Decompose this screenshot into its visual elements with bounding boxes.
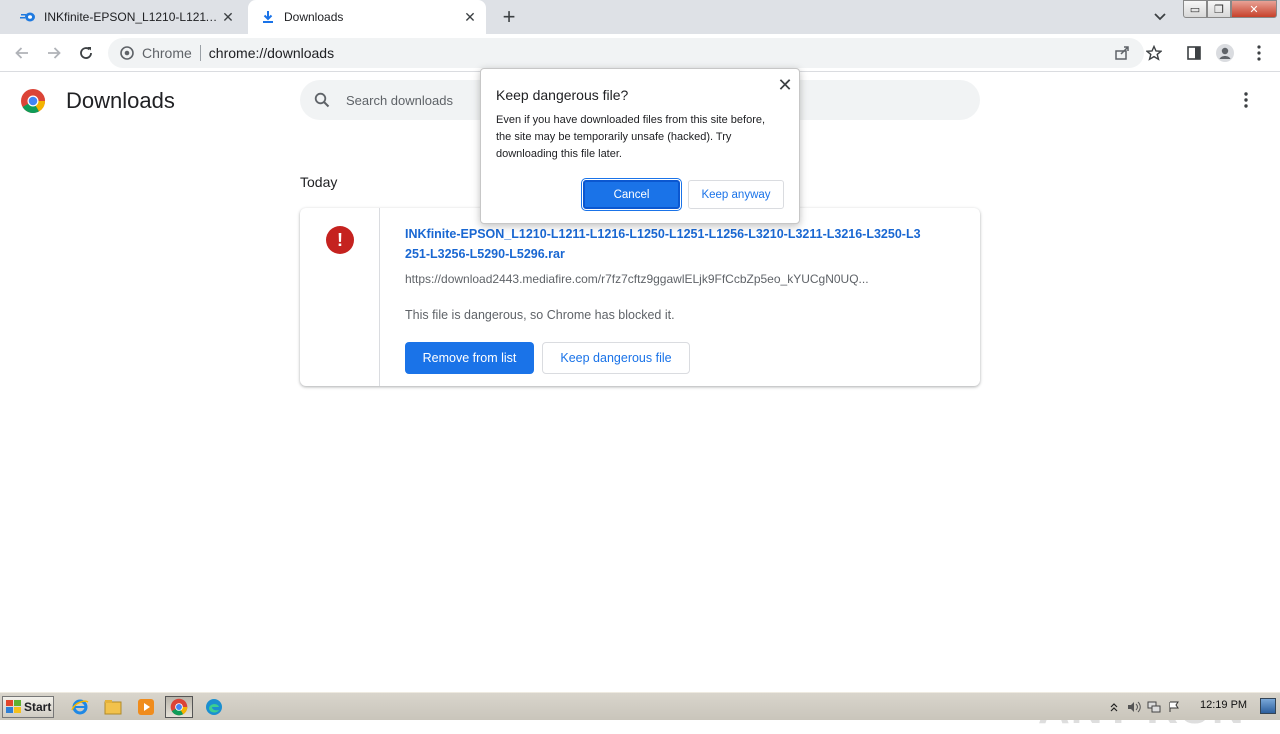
dialog-close-icon[interactable]: ✕ <box>775 75 795 95</box>
edge-icon[interactable] <box>200 696 228 718</box>
tab-mediafire[interactable]: INKfinite-EPSON_L1210-L1211-L1216-L1250-… <box>8 0 244 34</box>
chrome-taskbar-icon[interactable] <box>165 696 193 718</box>
dialog-keep-anyway-button[interactable]: Keep anyway <box>688 180 784 209</box>
remove-from-list-button[interactable]: Remove from list <box>405 342 534 374</box>
windows-flag-icon <box>6 700 22 714</box>
volume-icon[interactable] <box>1124 697 1144 717</box>
side-panel-icon[interactable] <box>1183 42 1205 64</box>
start-button[interactable]: Start <box>2 696 54 718</box>
profile-avatar-icon[interactable] <box>1214 42 1236 64</box>
new-tab-button[interactable]: + <box>498 4 520 29</box>
share-icon[interactable] <box>1111 42 1133 64</box>
tab-title: Downloads <box>284 10 344 24</box>
network-icon[interactable] <box>1144 697 1164 717</box>
file-explorer-icon[interactable] <box>99 696 127 718</box>
bookmark-star-icon[interactable] <box>1143 42 1165 64</box>
show-desktop-button[interactable] <box>1260 698 1276 714</box>
keep-dangerous-file-dialog: Keep dangerous file? ✕ Even if you have … <box>480 68 800 224</box>
tab-close-icon[interactable]: ✕ <box>218 7 238 27</box>
tab-title: INKfinite-EPSON_L1210-L1211-L1216-L1250-… <box>44 10 218 24</box>
chrome-logo-icon <box>20 88 46 114</box>
reload-icon[interactable] <box>75 42 97 64</box>
chrome-menu-icon[interactable] <box>1248 42 1270 64</box>
media-player-icon[interactable] <box>132 696 160 718</box>
window-close-button[interactable]: ✕ <box>1231 0 1277 18</box>
toolbar: Chrome chrome://downloads <box>0 34 1280 72</box>
download-item-card: ! INKfinite-EPSON_L1210-L1211-L1216-L125… <box>300 208 980 386</box>
dialog-cancel-button[interactable]: Cancel <box>581 178 682 211</box>
download-source-url[interactable]: https://download2443.mediafire.com/r7fz7… <box>405 272 925 286</box>
tab-search-chevron-icon[interactable] <box>1150 7 1170 27</box>
keep-dangerous-file-button[interactable]: Keep dangerous file <box>542 342 690 374</box>
omnibox-url[interactable]: chrome://downloads <box>201 45 334 61</box>
address-bar[interactable]: Chrome chrome://downloads <box>108 38 1144 68</box>
chrome-site-icon <box>118 44 136 62</box>
back-arrow-icon[interactable] <box>11 42 33 64</box>
download-filename-link[interactable]: INKfinite-EPSON_L1210-L1211-L1216-L1250-… <box>405 224 925 264</box>
minimize-button[interactable]: ▭ <box>1183 0 1207 18</box>
more-actions-icon[interactable] <box>1236 90 1256 110</box>
dialog-body-text: Even if you have downloaded files from t… <box>496 114 766 160</box>
download-favicon-icon <box>260 9 276 25</box>
search-icon <box>312 90 332 110</box>
mediafire-favicon-icon <box>20 9 36 25</box>
tab-close-icon[interactable]: ✕ <box>460 7 480 27</box>
download-icon-column: ! <box>300 208 380 386</box>
tab-downloads[interactable]: Downloads ✕ <box>248 0 486 34</box>
internet-explorer-icon[interactable] <box>66 696 94 718</box>
taskbar-clock[interactable]: 12:19 PM <box>1200 699 1247 711</box>
start-label: Start <box>24 700 52 714</box>
page-title: Downloads <box>66 88 175 113</box>
forward-arrow-icon[interactable] <box>43 42 65 64</box>
maximize-button[interactable]: ❐ <box>1207 0 1231 18</box>
windows-taskbar: Start 12:19 PM <box>0 692 1280 720</box>
date-section-label: Today <box>300 174 338 190</box>
omnibox-chip: Chrome <box>142 45 201 61</box>
tab-strip: INKfinite-EPSON_L1210-L1211-L1216-L1250-… <box>0 0 1280 34</box>
system-tray <box>1104 695 1280 719</box>
download-status-text: This file is dangerous, so Chrome has bl… <box>405 308 675 322</box>
dialog-title: Keep dangerous file? <box>496 87 629 103</box>
action-center-flag-icon[interactable] <box>1164 697 1184 717</box>
tray-expand-icon[interactable] <box>1104 697 1124 717</box>
danger-warning-icon: ! <box>326 226 354 254</box>
